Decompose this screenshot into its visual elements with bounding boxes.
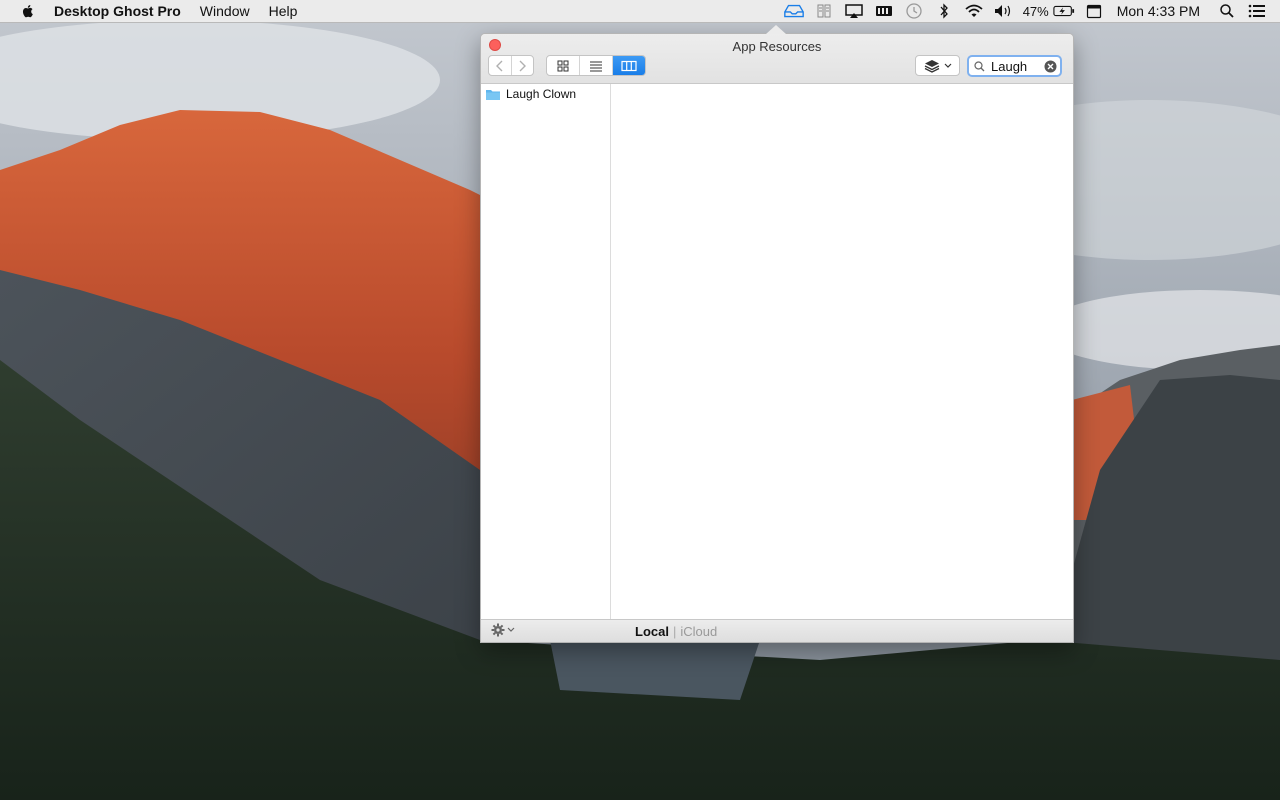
window-footer: Local | iCloud	[481, 619, 1073, 642]
list-item[interactable]: Laugh Clown	[481, 84, 610, 104]
notification-center-icon[interactable]	[1246, 0, 1268, 22]
columns-icon	[621, 60, 637, 71]
local-storage-option[interactable]: Local	[635, 624, 669, 639]
menu-window[interactable]: Window	[200, 3, 250, 19]
column-view-button[interactable]	[612, 56, 645, 75]
spotlight-search-icon[interactable]	[1216, 0, 1238, 22]
gear-icon	[491, 623, 505, 637]
storage-separator: |	[672, 624, 677, 639]
layers-icon	[924, 59, 939, 73]
chevron-right-icon	[519, 60, 527, 71]
bluetooth-icon[interactable]	[933, 0, 955, 22]
battery-charging-icon[interactable]	[1053, 0, 1075, 22]
layers-menu-button[interactable]	[915, 55, 960, 76]
wifi-icon[interactable]	[963, 0, 985, 22]
app-status-tray-icon[interactable]	[783, 0, 805, 22]
icloud-storage-option[interactable]: iCloud	[680, 624, 717, 639]
volume-icon[interactable]	[993, 0, 1015, 22]
folder-icon	[486, 89, 500, 100]
menu-bar: Desktop Ghost Pro Window Help 47% Mon 4:…	[0, 0, 1280, 23]
time-machine-icon[interactable]	[903, 0, 925, 22]
menu-clock[interactable]: Mon 4:33 PM	[1117, 3, 1200, 19]
chevron-left-icon	[495, 60, 503, 71]
search-field	[967, 55, 1062, 77]
search-input[interactable]	[991, 58, 1043, 75]
folder-label: Laugh Clown	[506, 87, 577, 101]
app-name-menu[interactable]: Desktop Ghost Pro	[54, 3, 181, 19]
forward-button[interactable]	[510, 56, 534, 75]
menu-help[interactable]: Help	[269, 3, 298, 19]
clear-search-icon[interactable]	[1044, 60, 1057, 73]
window-titlebar: App Resources	[481, 34, 1073, 84]
view-mode-selector	[546, 55, 646, 76]
apple-logo-icon[interactable]	[20, 3, 36, 19]
list-view-button[interactable]	[579, 56, 612, 75]
popover-arrow	[766, 25, 786, 34]
memory-chip-icon[interactable]	[873, 0, 895, 22]
browser-content: Laugh Clown	[481, 84, 1073, 619]
storage-toggle: Local | iCloud	[635, 624, 717, 639]
battery-percent[interactable]: 47%	[1023, 4, 1049, 19]
chevron-down-icon	[944, 63, 951, 68]
window-title: App Resources	[732, 39, 822, 54]
browser-column-2	[611, 84, 1073, 619]
list-icon	[590, 61, 602, 71]
browser-column-1: Laugh Clown	[481, 84, 611, 619]
airplay-icon[interactable]	[843, 0, 865, 22]
action-menu-button[interactable]	[491, 623, 515, 637]
document-stack-icon[interactable]	[813, 0, 835, 22]
navigation-buttons	[488, 55, 534, 76]
status-area: 47% Mon 4:33 PM	[775, 0, 1280, 22]
search-icon	[974, 61, 985, 72]
back-button[interactable]	[489, 56, 511, 75]
app-resources-window: App Resources Laugh Laugh Clown Local | …	[480, 33, 1074, 643]
chevron-down-icon	[507, 627, 515, 632]
grid-icon	[557, 60, 569, 71]
calendar-icon[interactable]	[1083, 0, 1105, 22]
icon-view-button[interactable]	[547, 56, 579, 75]
